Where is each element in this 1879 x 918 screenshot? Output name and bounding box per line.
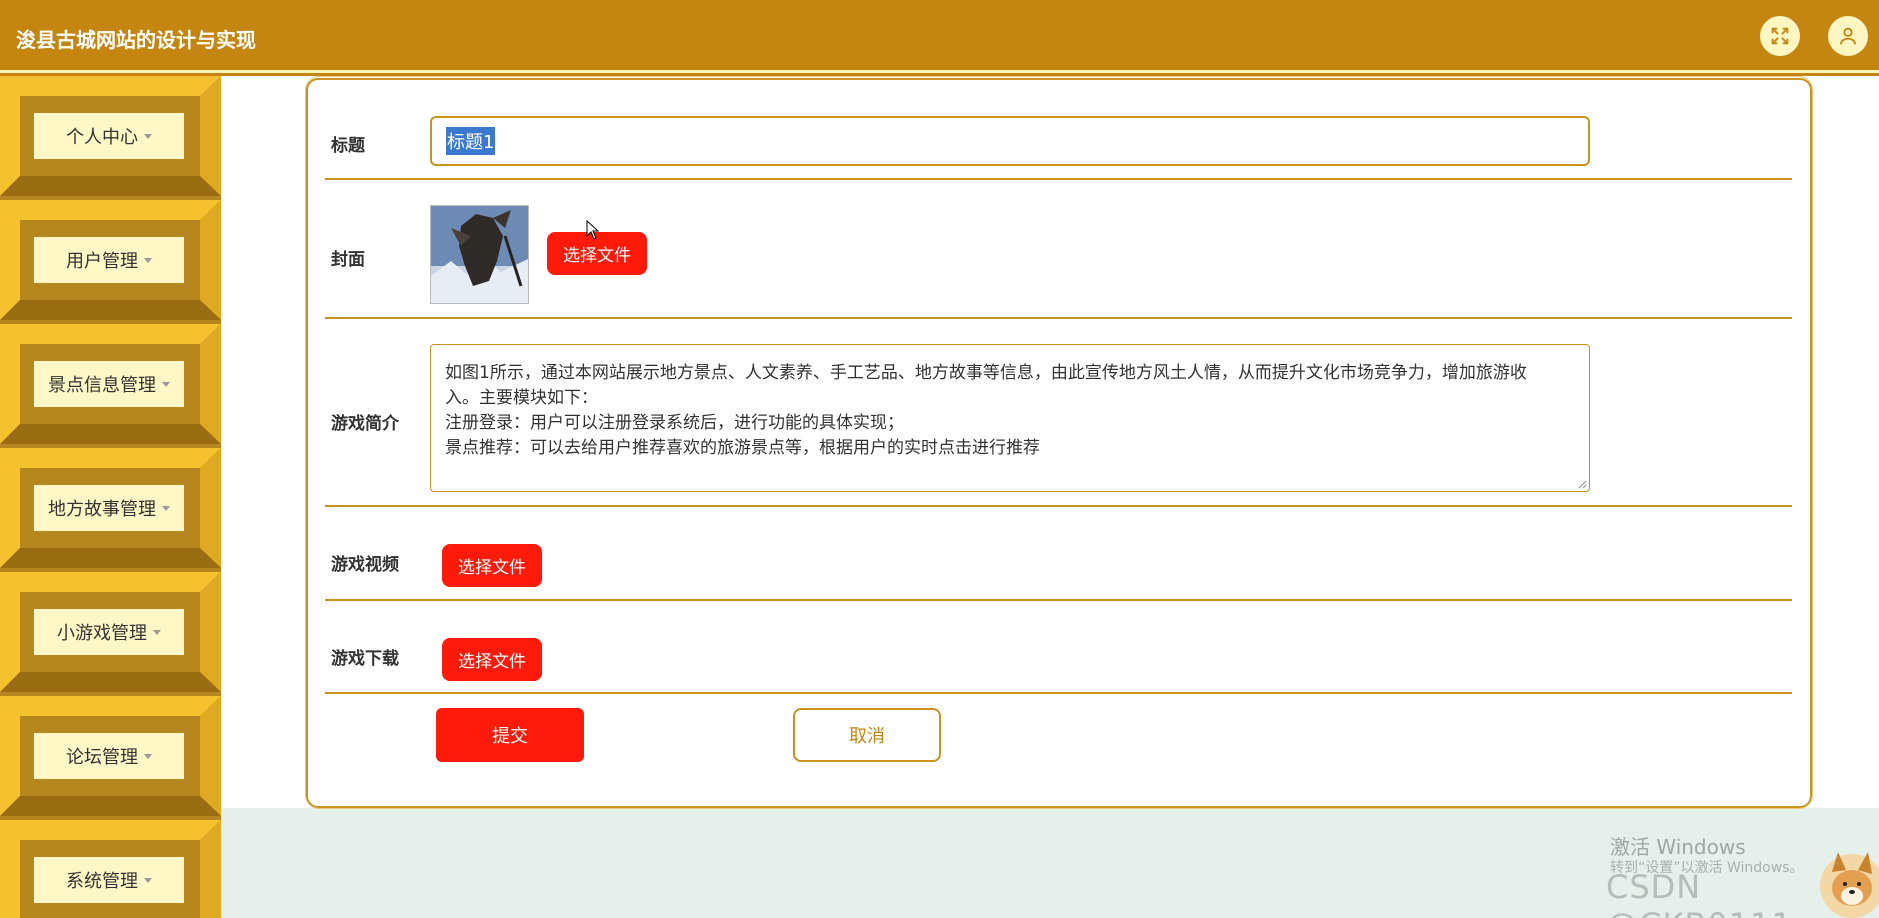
sidebar-label[interactable]: 论坛管理	[34, 733, 184, 779]
cover-picture	[431, 206, 528, 303]
resize-handle-icon[interactable]	[1577, 479, 1587, 489]
sidebar-item-user-management[interactable]: 用户管理	[0, 200, 221, 320]
row-divider	[325, 692, 1792, 694]
sidebar-label[interactable]: 用户管理	[34, 237, 184, 283]
sidebar-label[interactable]: 系统管理	[34, 857, 184, 903]
submit-button[interactable]: 提交	[436, 708, 584, 762]
row-divider	[325, 317, 1792, 319]
sidebar-item-story-management[interactable]: 地方故事管理	[0, 448, 221, 568]
top-header: 浚县古城网站的设计与实现	[0, 0, 1879, 77]
intro-line: 注册登录：用户可以注册登录系统后，进行功能的具体实现；	[445, 413, 904, 433]
title-input-value: 标题1	[446, 127, 496, 155]
choose-video-file-button[interactable]: 选择文件	[442, 544, 542, 587]
windows-activation-title: 激活 Windows	[1610, 835, 1746, 859]
caret-down-icon	[144, 753, 152, 759]
sidebar-item-game-management[interactable]: 小游戏管理	[0, 572, 221, 692]
row-divider	[325, 599, 1792, 601]
title-label: 标题	[331, 136, 365, 156]
sidebar-label[interactable]: 个人中心	[34, 113, 184, 159]
sidebar-item-scenic-management[interactable]: 景点信息管理	[0, 324, 221, 444]
intro-textarea[interactable]: 如图1所示，通过本网站展示地方景点、人文素养、手工艺品、地方故事等信息，由此宣传…	[430, 344, 1590, 492]
sidebar-item-system-management[interactable]: 系统管理	[0, 820, 221, 918]
intro-line: 入。主要模块如下：	[445, 388, 598, 408]
video-label: 游戏视频	[331, 555, 399, 575]
cover-label: 封面	[331, 250, 365, 270]
choose-download-file-button[interactable]: 选择文件	[442, 638, 542, 681]
sidebar-label[interactable]: 地方故事管理	[34, 485, 184, 531]
sidebar-label[interactable]: 小游戏管理	[34, 609, 184, 655]
user-profile-button[interactable]	[1828, 16, 1868, 56]
title-input[interactable]: 标题1	[430, 116, 1590, 166]
row-divider	[325, 505, 1792, 507]
cover-image	[430, 205, 529, 304]
mouse-cursor-icon	[586, 220, 600, 240]
user-icon	[1839, 27, 1857, 45]
intro-label: 游戏简介	[331, 414, 399, 434]
caret-down-icon	[144, 877, 152, 883]
fullscreen-button[interactable]	[1760, 16, 1800, 56]
caret-down-icon	[153, 629, 161, 635]
caret-down-icon	[144, 133, 152, 139]
caret-down-icon	[162, 381, 170, 387]
caret-down-icon	[144, 257, 152, 263]
sidebar-label[interactable]: 景点信息管理	[34, 361, 184, 407]
intro-line: 景点推荐：可以去给用户推荐喜欢的旅游景点等，根据用户的实时点击进行推荐	[445, 438, 1040, 458]
sidebar-item-personal-center[interactable]: 个人中心	[0, 76, 221, 196]
caret-down-icon	[162, 505, 170, 511]
dog-mascot-icon	[1820, 852, 1879, 918]
fullscreen-icon	[1771, 27, 1789, 45]
download-label: 游戏下载	[331, 649, 399, 669]
intro-line: 如图1所示，通过本网站展示地方景点、人文素养、手工艺品、地方故事等信息，由此宣传…	[445, 363, 1527, 383]
row-divider	[325, 178, 1792, 180]
site-title: 浚县古城网站的设计与实现	[16, 28, 256, 52]
cancel-button[interactable]: 取消	[793, 708, 941, 762]
sidebar-item-forum-management[interactable]: 论坛管理	[0, 696, 221, 816]
sidebar: 个人中心 用户管理 景点信息管理 地方故事管理 小游戏管理 论坛管理 系统管理	[0, 76, 221, 918]
